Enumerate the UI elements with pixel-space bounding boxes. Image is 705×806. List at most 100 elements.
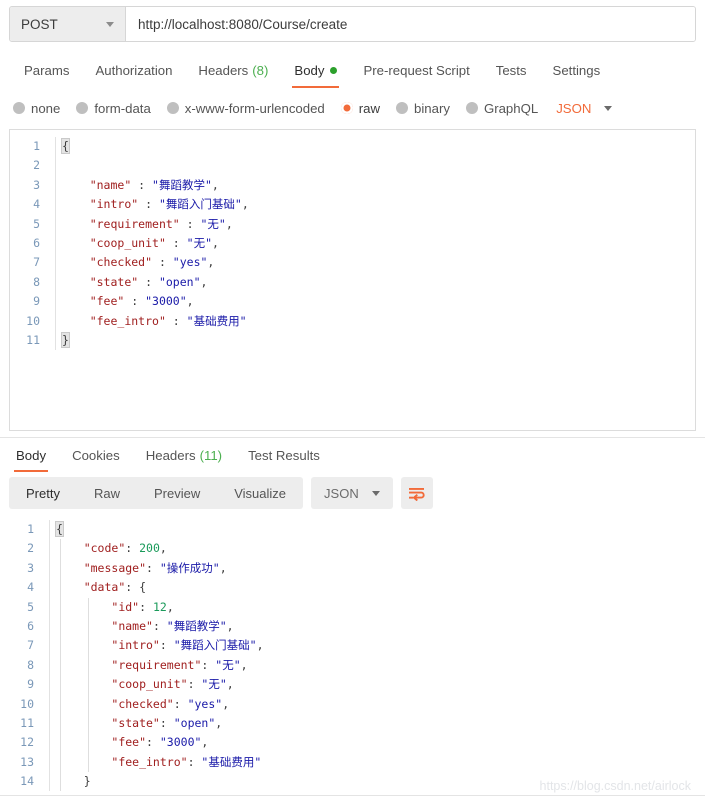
code-line: "checked": "yes", bbox=[56, 695, 264, 714]
code-token bbox=[56, 658, 111, 672]
code-token: "3000" bbox=[160, 735, 202, 749]
code-line: "intro": "舞蹈入门基础", bbox=[56, 636, 264, 655]
code-token: , bbox=[207, 255, 214, 269]
code-token: "舞蹈教学" bbox=[152, 178, 212, 192]
request-tab-headers[interactable]: Headers (8) bbox=[185, 56, 281, 84]
code-line: "fee_intro": "基础费用" bbox=[56, 753, 264, 772]
code-token: "message" bbox=[84, 561, 146, 575]
response-tab-headers[interactable]: Headers (11) bbox=[133, 441, 235, 469]
tab-label: Cookies bbox=[72, 448, 120, 463]
code-token: "fee" bbox=[111, 735, 146, 749]
code-token bbox=[62, 314, 90, 328]
tab-count-badge: (8) bbox=[252, 63, 268, 78]
code-line: "fee_intro" : "基础费用" bbox=[62, 312, 249, 331]
body-type-label: form-data bbox=[94, 101, 150, 116]
code-token: "requirement" bbox=[111, 658, 201, 672]
body-type-label: GraphQL bbox=[484, 101, 538, 116]
code-line bbox=[62, 156, 249, 175]
view-mode-label: Pretty bbox=[26, 486, 60, 501]
code-token: "state" bbox=[90, 275, 138, 289]
tab-label: Params bbox=[24, 63, 69, 78]
request-tab-tests[interactable]: Tests bbox=[483, 56, 540, 84]
code-line: "coop_unit" : "无", bbox=[62, 234, 249, 253]
gutter-separator bbox=[49, 520, 50, 791]
code-token: "fee_intro" bbox=[111, 755, 187, 769]
code-token: : bbox=[131, 178, 152, 192]
line-number: 13 bbox=[0, 753, 42, 772]
response-tab-body[interactable]: Body bbox=[3, 441, 59, 469]
bottom-divider bbox=[0, 795, 705, 796]
code-token: "fee_intro" bbox=[90, 314, 166, 328]
view-mode-pretty[interactable]: Pretty bbox=[9, 477, 77, 509]
tab-count-badge: (11) bbox=[200, 448, 222, 463]
request-tab-params[interactable]: Params bbox=[11, 56, 82, 84]
code-line: "name": "舞蹈教学", bbox=[56, 617, 264, 636]
code-token: "舞蹈入门基础" bbox=[159, 197, 242, 211]
tab-label: Settings bbox=[553, 63, 601, 78]
body-type-form-data[interactable]: form-data bbox=[76, 101, 150, 116]
url-input[interactable]: http://localhost:8080/Course/create bbox=[126, 7, 695, 41]
code-token: : bbox=[139, 600, 153, 614]
code-token: : bbox=[146, 561, 160, 575]
line-number-gutter: 1234567891011 bbox=[10, 137, 48, 350]
line-number: 14 bbox=[0, 772, 42, 791]
body-type-graphql[interactable]: GraphQL bbox=[466, 101, 538, 116]
code-token: : bbox=[152, 255, 173, 269]
line-number: 6 bbox=[0, 617, 42, 636]
code-token: "基础费用" bbox=[187, 314, 247, 328]
code-line: "data": { bbox=[56, 578, 264, 597]
word-wrap-button[interactable] bbox=[401, 477, 433, 509]
response-body-editor[interactable]: 123456789101112131415{ "code": 200, "mes… bbox=[0, 516, 705, 791]
response-code-area[interactable]: 123456789101112131415{ "code": 200, "mes… bbox=[0, 520, 705, 791]
body-type-binary[interactable]: binary bbox=[396, 101, 450, 116]
request-tab-body[interactable]: Body bbox=[281, 56, 350, 84]
body-type-label: binary bbox=[414, 101, 450, 116]
response-format-select[interactable]: JSON bbox=[311, 477, 393, 509]
tab-label: Authorization bbox=[95, 63, 172, 78]
code-token bbox=[62, 178, 90, 192]
radio-icon bbox=[466, 102, 478, 114]
body-type-none[interactable]: none bbox=[13, 101, 60, 116]
line-number: 7 bbox=[0, 636, 42, 655]
request-body-editor[interactable]: 1234567891011{ "name" : "舞蹈教学", "intro" … bbox=[9, 129, 696, 431]
code-token: "open" bbox=[159, 275, 201, 289]
line-number: 2 bbox=[0, 539, 42, 558]
code-token bbox=[62, 197, 90, 211]
body-type-raw[interactable]: raw bbox=[341, 101, 380, 116]
view-mode-visualize[interactable]: Visualize bbox=[217, 477, 303, 509]
code-token: , bbox=[187, 294, 194, 308]
raw-format-select[interactable]: JSON bbox=[556, 101, 612, 116]
response-tab-cookies[interactable]: Cookies bbox=[59, 441, 133, 469]
response-view-mode-group: Pretty RawPreview Visualize bbox=[9, 477, 303, 509]
tab-label: Headers bbox=[146, 448, 196, 463]
line-number: 11 bbox=[10, 331, 48, 350]
body-type-x-www-form-urlencoded[interactable]: x-www-form-urlencoded bbox=[167, 101, 325, 116]
view-mode-label: Visualize bbox=[234, 486, 286, 501]
code-token bbox=[56, 697, 111, 711]
http-method-label: POST bbox=[21, 17, 106, 32]
code-token: : bbox=[160, 638, 174, 652]
http-method-select[interactable]: POST bbox=[10, 7, 126, 41]
request-tab-authorization[interactable]: Authorization bbox=[82, 56, 185, 84]
request-tab-pre-request-script[interactable]: Pre-request Script bbox=[350, 56, 482, 84]
code-token bbox=[56, 774, 84, 788]
request-tab-settings[interactable]: Settings bbox=[540, 56, 614, 84]
radio-icon bbox=[396, 102, 408, 114]
code-token: "code" bbox=[84, 541, 126, 555]
code-token bbox=[62, 294, 90, 308]
view-mode-raw[interactable]: Raw bbox=[77, 477, 137, 509]
request-code-area[interactable]: 1234567891011{ "name" : "舞蹈教学", "intro" … bbox=[10, 137, 695, 431]
code-token: , bbox=[201, 275, 208, 289]
code-token bbox=[56, 600, 111, 614]
line-number: 10 bbox=[10, 312, 48, 331]
response-tab-test-results[interactable]: Test Results bbox=[235, 441, 333, 469]
code-token: "state" bbox=[111, 716, 159, 730]
radio-icon bbox=[76, 102, 88, 114]
code-token: , bbox=[215, 716, 222, 730]
line-number: 5 bbox=[0, 598, 42, 617]
code-token bbox=[56, 638, 111, 652]
view-mode-preview[interactable]: Preview bbox=[137, 477, 217, 509]
code-line: "checked" : "yes", bbox=[62, 253, 249, 272]
tab-label: Headers bbox=[198, 63, 248, 78]
code-line: "intro" : "舞蹈入门基础", bbox=[62, 195, 249, 214]
